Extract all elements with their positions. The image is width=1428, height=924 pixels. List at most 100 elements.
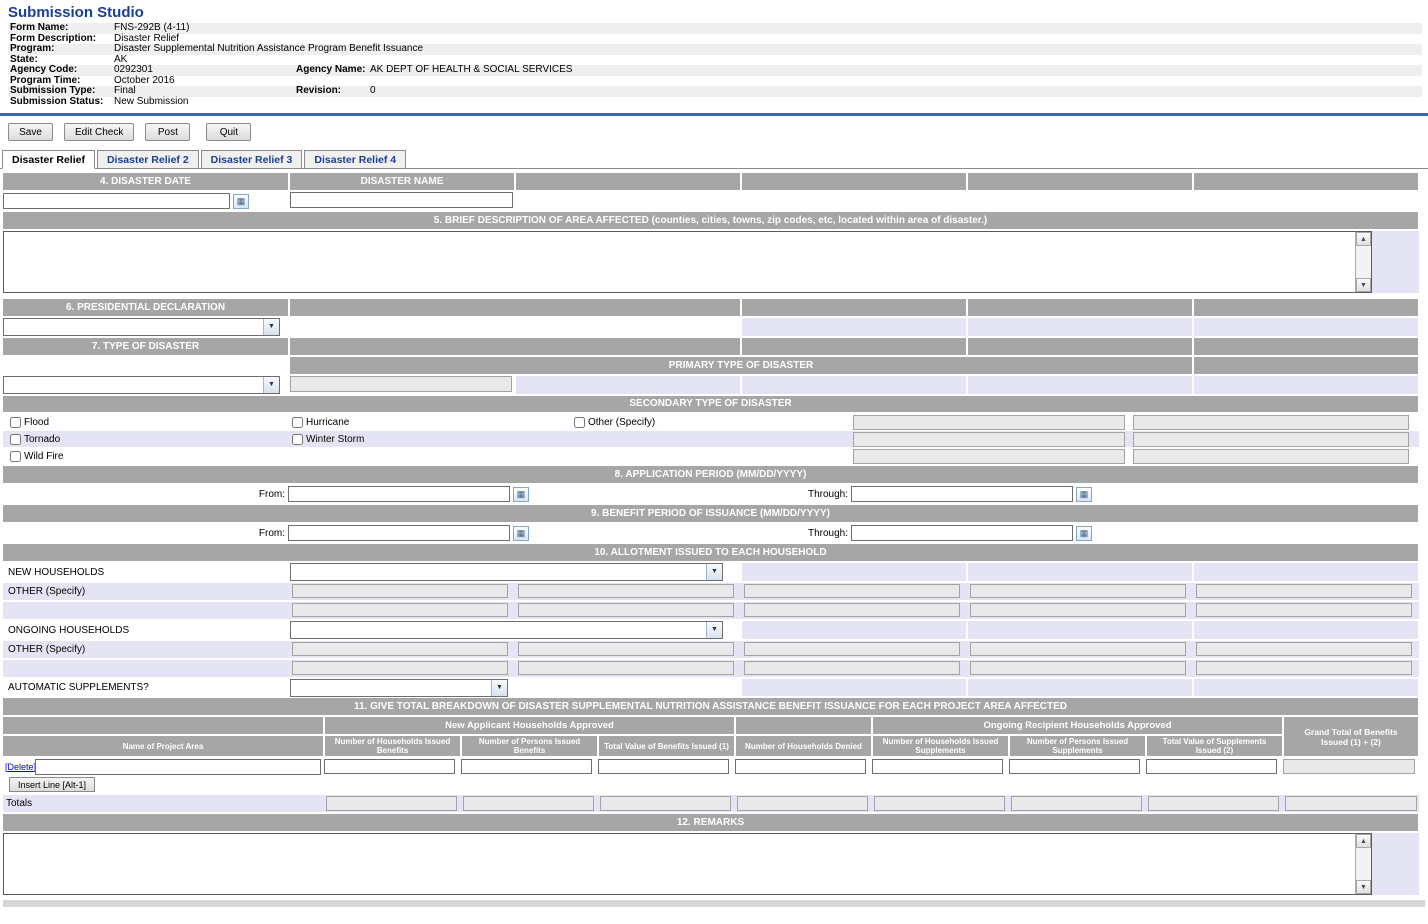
secondary-other-input-3 bbox=[853, 432, 1125, 447]
header-spacer-cell bbox=[742, 299, 966, 316]
new-households-allotment-select[interactable] bbox=[291, 564, 722, 580]
persons-issued-benefits-input[interactable] bbox=[461, 759, 592, 774]
delete-link[interactable]: [Delete] bbox=[3, 762, 35, 772]
presidential-declaration-select[interactable] bbox=[4, 319, 279, 335]
application-through-input[interactable] bbox=[851, 486, 1073, 502]
disaster-relief-form: 4. DISASTER DATE DISASTER NAME ▦ 5. BRIE… bbox=[3, 173, 1419, 895]
edit-check-button[interactable]: Edit Check bbox=[64, 123, 134, 141]
totals-label: Totals bbox=[3, 798, 323, 809]
calendar-icon[interactable]: ▦ bbox=[513, 487, 529, 502]
hurricane-checkbox[interactable] bbox=[292, 417, 303, 428]
info-label: Revision: bbox=[296, 86, 370, 96]
ongoing-other-input-2 bbox=[518, 642, 734, 656]
header-spacer-cell bbox=[736, 717, 871, 734]
remarks-textarea[interactable] bbox=[3, 833, 1355, 895]
total-households-supplements bbox=[874, 796, 1005, 811]
tornado-checkbox[interactable] bbox=[10, 434, 21, 445]
insert-line-button[interactable]: Insert Line [Alt-1] bbox=[9, 777, 95, 792]
new-other-input-10 bbox=[1196, 603, 1412, 617]
ongoing-households-label: ONGOING HOUSEHOLDS bbox=[3, 621, 288, 639]
value-benefits-issued-input[interactable] bbox=[598, 759, 729, 774]
through-label: Through: bbox=[529, 528, 851, 539]
new-other-specify-row: OTHER (Specify) bbox=[3, 583, 1419, 600]
scroll-up-icon[interactable]: ▲ bbox=[1356, 232, 1371, 246]
row-filler bbox=[3, 357, 288, 374]
wild-fire-option: Wild Fire bbox=[3, 451, 285, 462]
secondary-other-input-2 bbox=[1133, 415, 1409, 430]
info-value: New Submission bbox=[114, 97, 1422, 107]
from-label: From: bbox=[3, 489, 288, 500]
scroll-up-icon[interactable]: ▲ bbox=[1356, 834, 1371, 848]
tornado-label: Tornado bbox=[24, 434, 60, 445]
disaster-name-input[interactable] bbox=[290, 192, 513, 208]
application-from-input[interactable] bbox=[288, 486, 510, 502]
row-filler bbox=[968, 621, 1192, 639]
persons-issued-supplements-input[interactable] bbox=[1009, 759, 1140, 774]
section10-header: 10. ALLOTMENT ISSUED TO EACH HOUSEHOLD bbox=[3, 544, 1418, 561]
info-value: Disaster Relief bbox=[114, 34, 1422, 44]
wild-fire-label: Wild Fire bbox=[24, 451, 63, 462]
tab-strip: Disaster Relief Disaster Relief 2 Disast… bbox=[0, 150, 1428, 169]
row-filler bbox=[1194, 318, 1418, 336]
area-description-textarea[interactable] bbox=[3, 231, 1355, 293]
ongoing-households-select-wrap: ▼ bbox=[290, 621, 723, 639]
disaster-date-header: 4. DISASTER DATE bbox=[3, 173, 288, 190]
ongoing-households-allotment-select[interactable] bbox=[291, 622, 722, 638]
scroll-down-icon[interactable]: ▼ bbox=[1356, 278, 1371, 292]
automatic-supplements-select[interactable] bbox=[291, 680, 507, 696]
col-value-benefits-header: Total Value of Benefits Issued (1) bbox=[599, 736, 734, 756]
households-issued-benefits-input[interactable] bbox=[324, 759, 455, 774]
flood-checkbox[interactable] bbox=[10, 417, 21, 428]
tab-disaster-relief-3[interactable]: Disaster Relief 3 bbox=[201, 150, 303, 168]
post-button[interactable]: Post bbox=[145, 123, 190, 141]
automatic-supplements-label: AUTOMATIC SUPPLEMENTS? bbox=[3, 679, 288, 696]
section8-header: 8. APPLICATION PERIOD (MM/DD/YYYY) bbox=[3, 466, 1418, 483]
new-other-input-4 bbox=[970, 584, 1186, 598]
value-supplements-issued-input[interactable] bbox=[1146, 759, 1277, 774]
tab-disaster-relief-2[interactable]: Disaster Relief 2 bbox=[97, 150, 199, 168]
hurricane-label: Hurricane bbox=[306, 417, 349, 428]
calendar-icon[interactable]: ▦ bbox=[1076, 526, 1092, 541]
tab-disaster-relief[interactable]: Disaster Relief bbox=[2, 150, 95, 169]
project-area-name-input[interactable] bbox=[35, 759, 321, 775]
ongoing-other-input-4 bbox=[970, 642, 1186, 656]
calendar-icon[interactable]: ▦ bbox=[1076, 487, 1092, 502]
ongoing-other-specify-row: OTHER (Specify) bbox=[3, 641, 1419, 658]
type-of-disaster-header: 7. TYPE OF DISASTER bbox=[3, 338, 288, 355]
info-value: Disaster Supplemental Nutrition Assistan… bbox=[114, 44, 1422, 54]
new-households-label: NEW HOUSEHOLDS bbox=[3, 563, 288, 581]
new-other-input-2 bbox=[518, 584, 734, 598]
save-button[interactable]: Save bbox=[8, 123, 53, 141]
tab-disaster-relief-4[interactable]: Disaster Relief 4 bbox=[304, 150, 406, 168]
households-denied-input[interactable] bbox=[735, 759, 866, 774]
benefit-from-input[interactable] bbox=[288, 525, 510, 541]
secondary-type-row-2: Tornado Winter Storm bbox=[3, 431, 1419, 447]
calendar-icon[interactable]: ▦ bbox=[233, 194, 249, 209]
secondary-other-input-4 bbox=[1133, 432, 1409, 447]
row-filler bbox=[1194, 376, 1418, 394]
disaster-date-input[interactable] bbox=[3, 193, 230, 209]
other-specify-option: Other (Specify) bbox=[567, 417, 849, 428]
section6-input-row: ▼ bbox=[3, 318, 1419, 336]
other-specify-checkbox[interactable] bbox=[574, 417, 585, 428]
benefit-through-input[interactable] bbox=[851, 525, 1073, 541]
scroll-down-icon[interactable]: ▼ bbox=[1356, 880, 1371, 894]
textarea-scrollbar[interactable]: ▲ ▼ bbox=[1355, 833, 1372, 895]
section9-header: 9. BENEFIT PERIOD OF ISSUANCE (MM/DD/YYY… bbox=[3, 505, 1418, 522]
grand-total-input bbox=[1283, 759, 1415, 774]
automatic-supplements-select-wrap: ▼ bbox=[290, 679, 508, 697]
quit-button[interactable]: Quit bbox=[206, 123, 251, 141]
insert-line-row: Insert Line [Alt-1] bbox=[9, 777, 1419, 792]
area-description-block: ▲ ▼ bbox=[3, 231, 1419, 293]
row-filler bbox=[742, 563, 966, 581]
info-label: Agency Code: bbox=[8, 65, 114, 75]
primary-disaster-type-select[interactable] bbox=[4, 377, 279, 393]
households-issued-supplements-input[interactable] bbox=[872, 759, 1003, 774]
textarea-scrollbar[interactable]: ▲ ▼ bbox=[1355, 231, 1372, 293]
wild-fire-checkbox[interactable] bbox=[10, 451, 21, 462]
calendar-icon[interactable]: ▦ bbox=[513, 526, 529, 541]
new-other-input-3 bbox=[744, 584, 960, 598]
winter-storm-checkbox[interactable] bbox=[292, 434, 303, 445]
other-specify-label: OTHER (Specify) bbox=[3, 644, 288, 655]
new-applicant-group-header: New Applicant Households Approved bbox=[325, 717, 734, 734]
